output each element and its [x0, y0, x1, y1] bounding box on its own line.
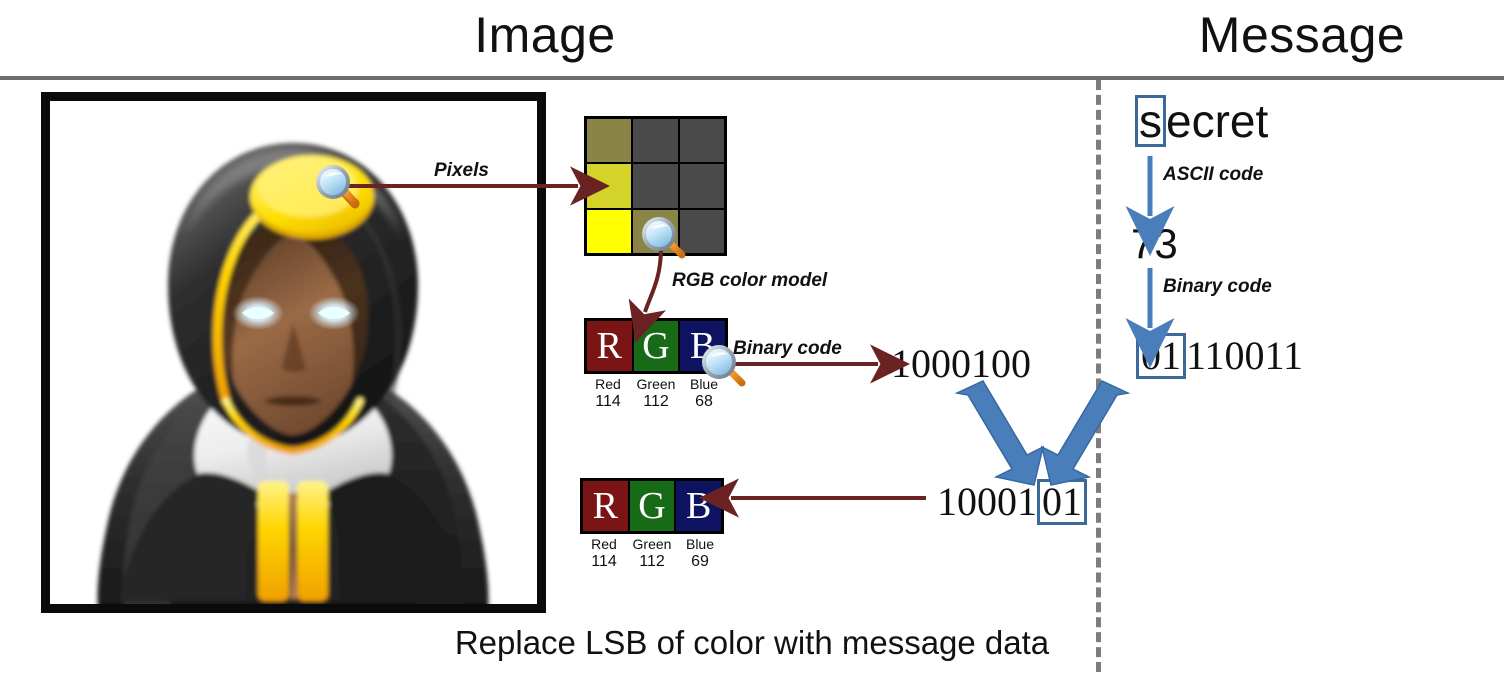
- rgb-chip-row: R G B: [584, 318, 728, 374]
- rgb-value-blue: 69: [691, 553, 709, 570]
- rgb-channel-values-modified: 114 112 69: [580, 553, 724, 571]
- rgb-name-blue: Blue: [685, 536, 715, 552]
- rgb-value-red: 114: [591, 553, 617, 570]
- rgb-cell-green: G: [631, 321, 679, 371]
- secret-message-first-char: s: [1135, 95, 1166, 147]
- message-binary-rest: 110011: [1186, 333, 1304, 378]
- rgb-cell-blue: B: [678, 321, 726, 371]
- annotation-binary-code-image: Binary code: [733, 338, 842, 359]
- annotation-binary-code-message: Binary code: [1163, 276, 1272, 297]
- annotation-rgb-color-model: RGB color model: [672, 270, 828, 291]
- pixel-cell: [679, 164, 724, 208]
- pixel-cell: [679, 209, 724, 253]
- vertical-dashed-divider: [1096, 80, 1101, 672]
- pixel-cell: [587, 119, 632, 163]
- rgb-name-green: Green: [636, 376, 676, 392]
- rgb-value-blue: 68: [695, 393, 713, 410]
- rgb-name-red: Red: [591, 536, 617, 552]
- rgb-chip-modified: R G B Red Green Blue 114 112 69: [580, 478, 724, 571]
- pixel-cell: [633, 119, 678, 163]
- rgb-chip-row: R G B: [580, 478, 724, 534]
- rgb-value-green: 112: [643, 393, 669, 410]
- pixel-cell: [587, 164, 632, 208]
- pixel-cell: [587, 209, 632, 253]
- pixel-cell-selected: [633, 209, 678, 253]
- pixel-cell: [633, 164, 678, 208]
- rgb-value-green: 112: [639, 553, 665, 570]
- diagram-caption: Replace LSB of color with message data: [454, 624, 1050, 661]
- ascii-value: 73: [1131, 220, 1178, 267]
- pixel-grid: [584, 116, 727, 256]
- column-title-image: Image: [474, 7, 616, 63]
- annotation-ascii-code: ASCII code: [1163, 164, 1264, 185]
- rgb-name-green: Green: [632, 536, 672, 552]
- column-title-message: Message: [1198, 7, 1406, 63]
- block-arrow-from-message: [1040, 380, 1131, 486]
- annotation-pixels: Pixels: [434, 160, 489, 181]
- rgb-cell-blue: B: [674, 481, 722, 531]
- rgb-value-red: 114: [595, 393, 621, 410]
- block-arrow-from-image: [954, 380, 1045, 486]
- rgb-name-blue: Blue: [689, 376, 719, 392]
- rgb-name-red: Red: [595, 376, 621, 392]
- rgb-channel-values-original: 114 112 68: [584, 393, 728, 411]
- arrow-rgb-color-model: [628, 247, 667, 343]
- diagram-canvas: Image Message R G B Red Green Blue 114 1…: [0, 0, 1504, 679]
- image-binary-original: 1000100: [891, 341, 1031, 386]
- pixel-cell: [679, 119, 724, 163]
- message-binary-msb-pair: 01: [1136, 333, 1186, 379]
- image-binary-modified: 10001 01: [937, 478, 1087, 525]
- message-binary: 01 110011: [1136, 332, 1303, 379]
- image-binary-modified-lsb: 01: [1037, 479, 1087, 525]
- rgb-cell-red: R: [587, 321, 632, 371]
- rgb-cell-green: G: [627, 481, 675, 531]
- image-binary-modified-prefix: 10001: [937, 479, 1037, 524]
- rgb-cell-red: R: [583, 481, 628, 531]
- header-rule: [0, 76, 1504, 80]
- secret-message-word: secret: [1135, 94, 1268, 148]
- rgb-channel-names: Red Green Blue: [584, 376, 728, 392]
- rgb-channel-names: Red Green Blue: [580, 536, 724, 552]
- rgb-chip-original: R G B Red Green Blue 114 112 68: [584, 318, 728, 411]
- secret-message-rest: ecret: [1166, 95, 1269, 147]
